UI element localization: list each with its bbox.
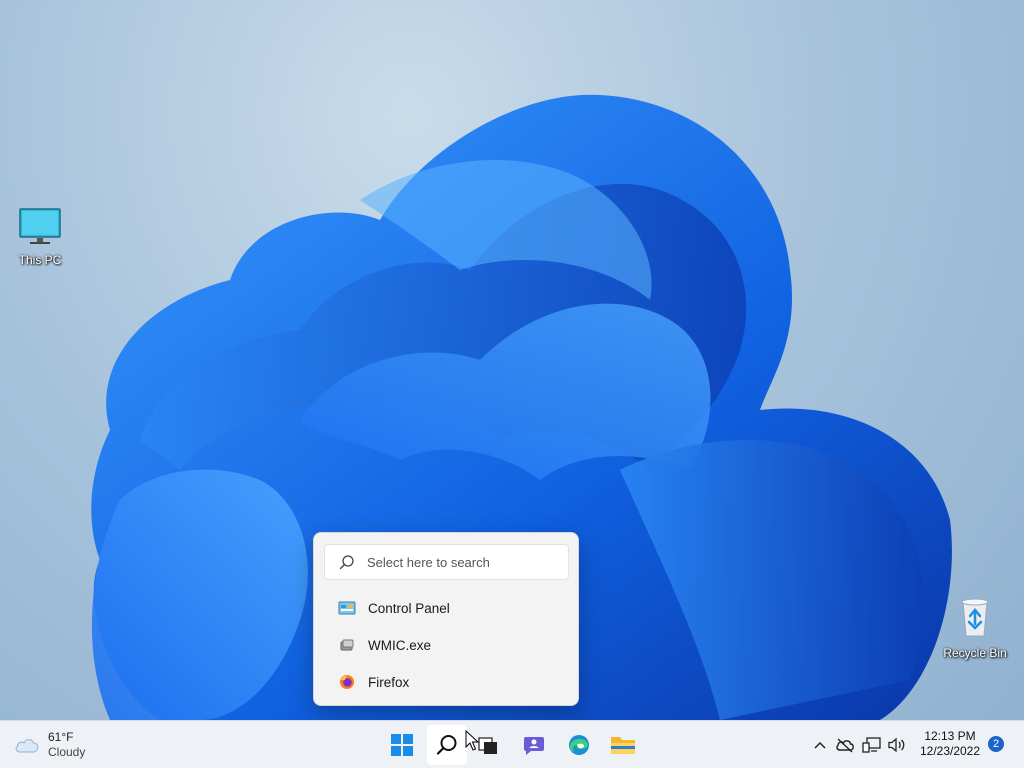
cloud-icon <box>15 739 39 753</box>
search-input[interactable] <box>365 553 559 571</box>
taskbar-search-button[interactable] <box>427 725 467 765</box>
show-hidden-icons-button[interactable] <box>808 733 832 757</box>
search-result-label: WMIC.exe <box>368 637 432 653</box>
firefox-icon <box>338 673 356 691</box>
search-result-label: Firefox <box>368 674 410 690</box>
edge-button[interactable] <box>559 725 599 765</box>
chat-button[interactable] <box>514 725 554 765</box>
chevron-up-icon <box>814 741 826 749</box>
desktop-icon-this-pc[interactable]: This PC <box>0 207 80 267</box>
taskbar-clock[interactable]: 12:13 PM 12/23/2022 <box>912 729 988 759</box>
search-result-control-panel[interactable]: Control Panel <box>322 592 572 624</box>
search-icon <box>339 555 354 570</box>
weather-condition: Cloudy <box>48 745 86 759</box>
clock-time: 12:13 PM <box>924 729 976 743</box>
network-icon <box>862 737 881 753</box>
search-icon <box>436 735 457 755</box>
taskbar: 61°F Cloudy 12:13 PM 12/23/2022 <box>0 720 1024 768</box>
search-result-firefox[interactable]: Firefox <box>322 666 572 698</box>
desktop-icon-label: This PC <box>18 253 62 267</box>
desktop-icon-label: Recycle Bin <box>943 646 1007 660</box>
control-panel-icon <box>338 599 356 617</box>
search-result-wmic[interactable]: WMIC.exe <box>322 629 572 661</box>
chat-icon <box>524 737 544 755</box>
start-icon <box>391 734 413 756</box>
clock-date: 12/23/2022 <box>919 744 981 758</box>
monitor-icon <box>19 208 61 244</box>
volume-control[interactable] <box>885 733 909 757</box>
recycle-bin-icon <box>961 598 989 637</box>
desktop-icon-recycle-bin[interactable]: Recycle Bin <box>935 596 1015 660</box>
start-button[interactable] <box>382 725 422 765</box>
wmic-icon <box>338 636 356 654</box>
mouse-cursor-icon <box>465 730 479 751</box>
search-box[interactable] <box>324 544 569 580</box>
weather-widget[interactable]: 61°F Cloudy <box>14 729 85 761</box>
network-status[interactable] <box>860 733 884 757</box>
volume-icon <box>888 737 905 753</box>
search-result-label: Control Panel <box>368 600 450 616</box>
notification-badge[interactable]: 2 <box>988 736 1004 752</box>
onedrive-status[interactable] <box>833 733 857 757</box>
file-explorer-button[interactable] <box>603 725 643 765</box>
onedrive-offline-icon <box>836 738 854 753</box>
search-flyout: Control Panel WMIC.exe Firefox <box>313 532 579 706</box>
task-view-icon <box>478 737 497 754</box>
weather-temp: 61°F <box>48 730 74 744</box>
file-explorer-icon <box>611 737 635 754</box>
edge-icon <box>569 735 589 755</box>
